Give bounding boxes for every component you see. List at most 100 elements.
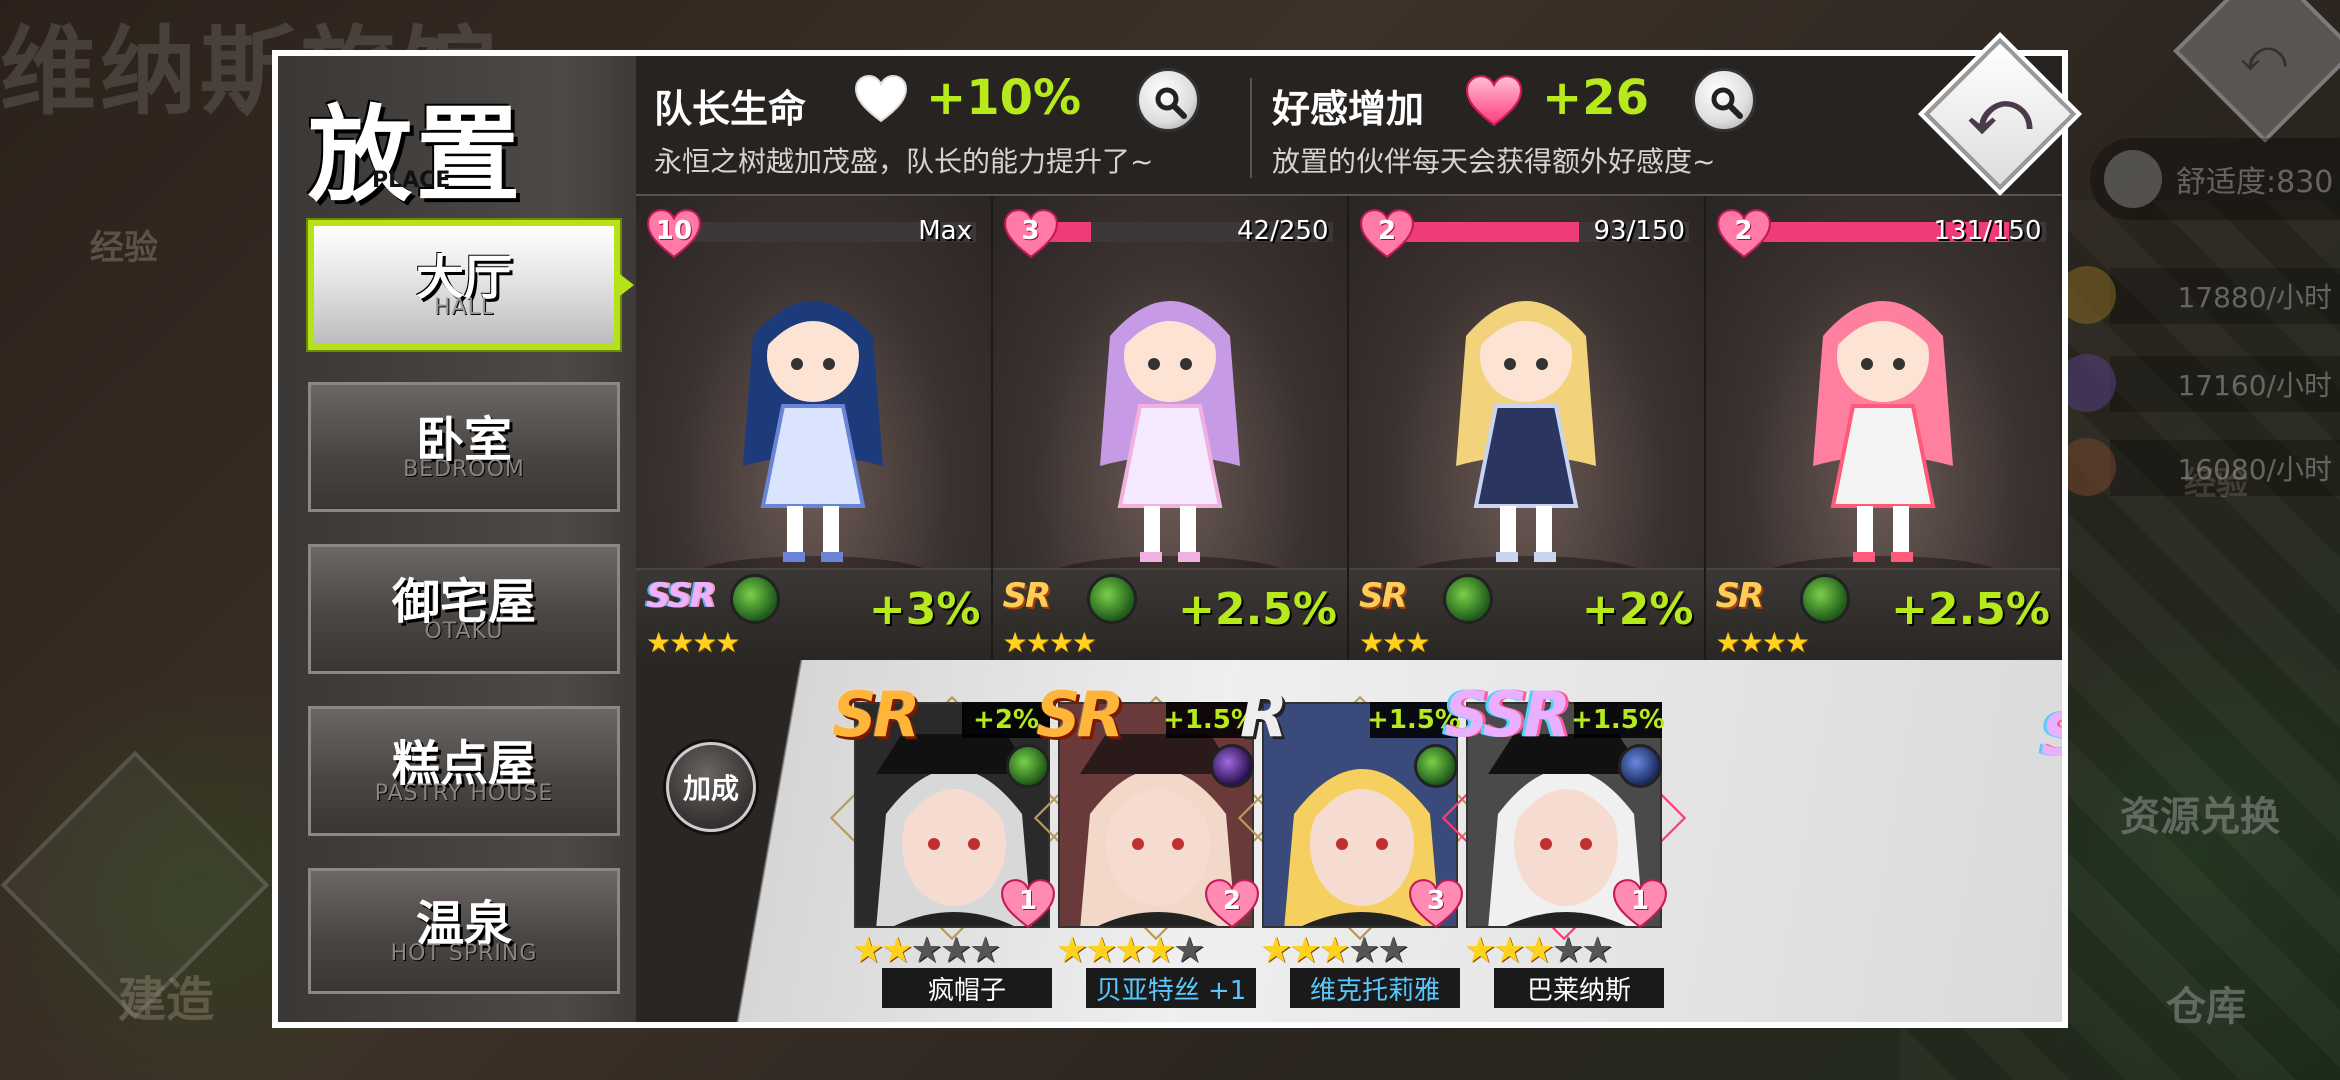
element-icon: [730, 574, 780, 624]
nav-item-hot-spring[interactable]: 温泉 HOT SPRING: [308, 868, 620, 994]
pink-heart-icon: [1465, 75, 1523, 127]
nav-item-pastry-house[interactable]: 糕点屋 PASTRY HOUSE: [308, 706, 620, 836]
affection-heart-icon: [1716, 209, 1771, 259]
captain-hp-buff: 队长生命 +10% 永恒之树越加茂盛，队长的能力提升了~: [654, 56, 1214, 196]
affection-bar: 3 42/250: [1003, 208, 1339, 259]
star-rating: ★★★★: [646, 626, 740, 659]
buff-title: 好感增加: [1272, 87, 1425, 131]
star-rating: ★★★★: [1002, 626, 1097, 659]
buff-desc: 永恒之树越加茂盛，队长的能力提升了~: [654, 145, 1154, 178]
nav-sub-label: BEDROOM: [403, 456, 525, 482]
active-arrow-icon: [616, 271, 634, 299]
bonus-percent: +2%: [1581, 584, 1694, 635]
stars-empty: ★★: [1551, 930, 1614, 971]
rarity-badge: SR: [1002, 576, 1052, 616]
assist-row: 加成 SR +2% 1 ★★★★★ 疯帽子 SR +1.5% 2 ★★★★★ 贝…: [636, 660, 2062, 1022]
stars-filled: ★★★: [1260, 930, 1351, 971]
return-arrow-icon: ⤺: [1968, 78, 2033, 148]
card-footer: SSR ★★★★ +3%: [636, 568, 991, 660]
affection-count: 131/150: [1933, 216, 2042, 246]
place-title: 放置: [308, 93, 525, 216]
partner-rarity: SR: [1036, 678, 1124, 751]
info-button[interactable]: [1136, 68, 1200, 132]
stars-empty: ★★: [1347, 930, 1410, 971]
nav-sub-label: PASTRY HOUSE: [374, 780, 554, 806]
partner-stars: ★★★★★: [852, 930, 1002, 971]
buff-value: +26: [1542, 70, 1650, 126]
card-footer: SR ★★★ +2%: [1349, 568, 1704, 660]
nav-item-otaku[interactable]: 御宅屋 OTAKU: [308, 544, 620, 674]
affection-heart-icon: [1613, 879, 1667, 929]
bonus-percent: +3%: [868, 584, 981, 635]
character-sprite: [743, 301, 884, 562]
partner-name: 维克托莉雅: [1290, 968, 1460, 1008]
affection-heart-icon: [1360, 209, 1414, 259]
bonus-percent: +2.5%: [1178, 584, 1337, 635]
partner-name: 疯帽子: [882, 968, 1052, 1008]
bonus-button[interactable]: 加成: [666, 742, 756, 832]
nav-item-bedroom[interactable]: 卧室 BEDROOM: [308, 382, 620, 512]
search-icon: [1155, 87, 1187, 119]
affection-heart-icon: [1003, 209, 1058, 259]
affection-bar: 2 131/150: [1716, 208, 2052, 259]
character-sprite: [1812, 301, 1953, 562]
rarity-badge: SR: [1359, 576, 1408, 616]
bonus-percent: +2.5%: [1891, 584, 2050, 635]
placement-modal: 放置 PLACE 大厅 HALL 卧室 BEDROOM 御宅屋 OTAKU 糕点…: [272, 37, 2077, 1028]
card-footer: SR ★★★★ +2.5%: [1705, 568, 2060, 660]
back-button[interactable]: ⤺: [1923, 37, 2077, 191]
partner-rarity: R: [1240, 678, 1288, 751]
stars-empty: ★★★: [910, 930, 1002, 971]
element-icon: [1618, 744, 1662, 788]
affection-bar: 2 93/150: [1359, 208, 1695, 259]
nav-sub-label: HOT SPRING: [390, 940, 538, 966]
buff-desc: 放置的伙伴每天会获得额外好感度~: [1272, 145, 1716, 178]
stars-filled: ★★★: [1464, 930, 1555, 971]
rarity-badge: SR: [1715, 576, 1765, 616]
character-card[interactable]: 10 Max SSR ★★★★ +3%: [636, 196, 991, 660]
character-card[interactable]: 2 93/150 SR ★★★ +2%: [1349, 196, 1704, 660]
stars-empty: ★: [1173, 930, 1205, 971]
stars-filled: ★★★★: [1056, 930, 1176, 971]
partner-stars: ★★★★★: [1056, 930, 1205, 971]
character-card[interactable]: 3 42/250 SR ★★★★ +2.5%: [992, 196, 1347, 660]
affection-count: 93/150: [1593, 216, 1685, 246]
affection-count: 42/250: [1237, 216, 1329, 246]
card-footer: SR ★★★★ +2.5%: [992, 568, 1347, 660]
partner-rarity: SSR: [1444, 678, 1571, 751]
place-subtitle: PLACE: [372, 168, 451, 193]
heart-icon: [854, 74, 908, 123]
assist-partner-card[interactable]: SSR +1.5% 1 ★★★★★ 巴莱纳斯: [1441, 678, 1704, 1008]
header-divider: [1250, 78, 1252, 178]
partner-name: 巴莱纳斯: [1494, 968, 1664, 1008]
character-card[interactable]: 2 131/150 SR ★★★★ +2.5%: [1705, 196, 2060, 660]
buff-header: 队长生命 +10% 永恒之树越加茂盛，队长的能力提升了~ 好感增加 +26 放置…: [636, 56, 2062, 196]
partner-rarity: SR: [832, 678, 920, 751]
next-partner-peek[interactable]: S: [2041, 700, 2062, 770]
buff-value: +10%: [926, 70, 1082, 126]
nav-sub-label: OTAKU: [424, 618, 504, 644]
room-nav: 放置 PLACE 大厅 HALL 卧室 BEDROOM 御宅屋 OTAKU 糕点…: [278, 56, 636, 1022]
partner-name: 贝亚特丝 +1: [1086, 968, 1256, 1008]
character-sprite: [1099, 301, 1240, 562]
nav-sub-label: HALL: [433, 294, 495, 320]
partner-bonus: +1.5%: [1571, 702, 1665, 738]
element-icon: [1443, 574, 1493, 624]
affection-bar: 10 Max: [646, 208, 982, 259]
affection-buff: 好感增加 +26 放置的伙伴每天会获得额外好感度~: [1272, 56, 1832, 196]
element-icon: [1799, 574, 1850, 624]
placed-characters: 10 Max SSR ★★★★ +3% 3 42/250 SR ★★★★ +2.…: [636, 196, 2060, 660]
stars-filled: ★★: [852, 930, 914, 971]
partner-stars: ★★★★★: [1260, 930, 1410, 971]
info-button[interactable]: [1692, 68, 1756, 132]
affection-count: Max: [918, 216, 972, 246]
search-icon: [1711, 87, 1743, 119]
star-rating: ★★★★: [1715, 626, 1810, 659]
nav-item-hall[interactable]: 大厅 HALL: [308, 220, 634, 350]
affection-heart-icon: [647, 209, 701, 259]
partner-stars: ★★★★★: [1464, 930, 1614, 971]
star-rating: ★★★: [1359, 626, 1430, 659]
element-icon: [1086, 574, 1137, 624]
rarity-badge: SSR: [646, 576, 716, 616]
character-sprite: [1456, 301, 1597, 562]
